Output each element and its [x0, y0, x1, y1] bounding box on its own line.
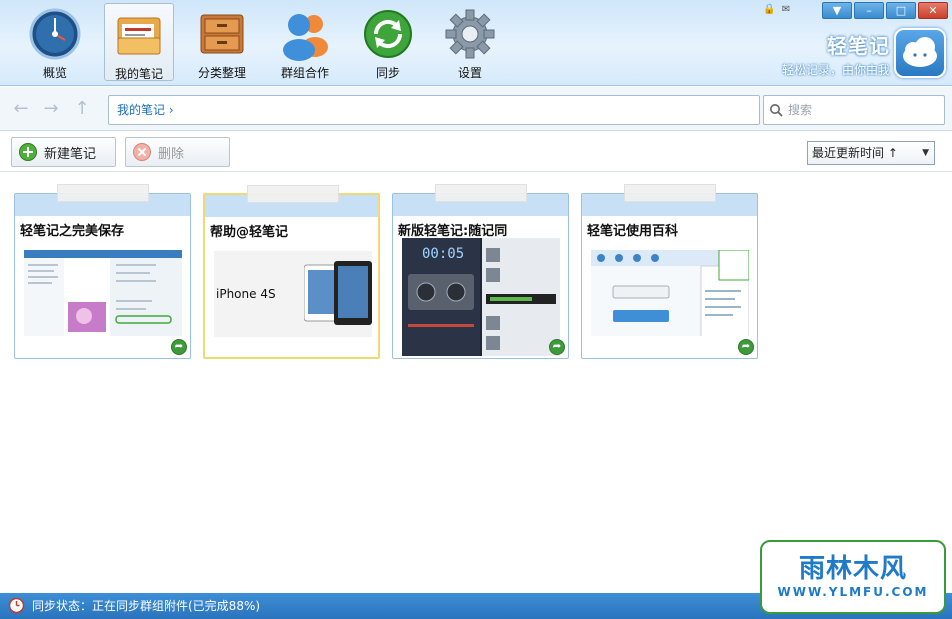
my-notes-folder-icon [117, 17, 161, 55]
add-circle-icon [19, 143, 37, 161]
note-title: 帮助@轻笔记 [210, 225, 289, 240]
search-icon [770, 104, 783, 117]
cloud-logo-icon [894, 28, 946, 78]
toolbar-categorize-label: 分类整理 [197, 66, 246, 80]
toolbar-overview[interactable]: 概览 [20, 3, 90, 81]
delete-button[interactable]: 删除 [125, 137, 230, 167]
search-input[interactable] [788, 99, 938, 121]
share-arrow-icon[interactable]: ➦ [549, 339, 565, 355]
forward-arrow-icon[interactable]: → [41, 99, 61, 119]
settings-gear-icon [445, 9, 495, 59]
toolbar-sync-label: 同步 [375, 66, 400, 80]
card-tape [435, 184, 527, 202]
close-button[interactable]: ✕ [918, 2, 948, 19]
card-tape [57, 184, 149, 202]
toolbar-overview-label: 概览 [42, 66, 67, 80]
brand-slogan: 轻松记录，由你由我 [781, 63, 890, 77]
sync-status-text: 同步状态：正在同步群组附件(已完成88%) [32, 599, 261, 613]
toolbar-my-notes[interactable]: 我的笔记 [104, 3, 174, 81]
brand-title: 轻笔记 [827, 34, 890, 58]
lock-icon[interactable]: 🔒 [763, 4, 775, 16]
share-arrow-icon[interactable]: ➦ [738, 339, 754, 355]
sort-dropdown[interactable]: 最近更新时间 ↑ ▼ [807, 141, 935, 165]
group-users-icon [283, 14, 328, 61]
note-card[interactable]: 轻笔记之完美保存 ➦ [14, 184, 191, 359]
breadcrumb[interactable]: 我的笔记 › [108, 95, 760, 125]
toolbar-sync[interactable]: 同步 [353, 3, 423, 81]
note-card-selected[interactable]: 帮助@轻笔记 iPhone 4S [203, 185, 380, 359]
note-thumbnail: iPhone 4S [214, 251, 372, 337]
drawer-cabinet-icon [200, 14, 244, 54]
notes-grid: 轻笔记之完美保存 ➦ 帮助@轻笔记 iPhone 4S 新版轻笔记:随记同 00… [0, 173, 952, 593]
note-thumbnail: 00:05 [402, 238, 560, 356]
toolbar-my-notes-label: 我的笔记 [114, 67, 163, 81]
overview-gauge-icon [29, 8, 81, 60]
breadcrumb-my-notes[interactable]: 我的笔记 › [117, 103, 174, 117]
action-bar: 新建笔记 删除 最近更新时间 ↑ ▼ [0, 132, 952, 172]
timer-text: 00:05 [422, 246, 465, 262]
window-controls: ▼ – □ ✕ [822, 2, 948, 20]
chevron-down-icon: ▼ [922, 148, 929, 158]
note-card[interactable]: 新版轻笔记:随记同 00:05 ➦ [392, 184, 569, 359]
delete-label: 删除 [158, 146, 185, 162]
clock-icon [8, 597, 25, 614]
toolbar-settings[interactable]: 设置 [435, 3, 505, 81]
note-title: 轻笔记之完美保存 [20, 224, 125, 239]
share-arrow-icon[interactable]: ➦ [171, 339, 187, 355]
brand: 轻笔记 轻松记录，由你由我 [782, 30, 890, 78]
watermark-title: 雨林木风 [798, 554, 907, 584]
toolbar-categorize[interactable]: 分类整理 [187, 3, 257, 81]
sync-arrows-icon [364, 10, 412, 58]
up-arrow-icon[interactable]: ↑ [72, 99, 92, 119]
note-card[interactable]: 轻笔记使用百科 ➦ [581, 184, 758, 359]
skin-menu-button[interactable]: ▼ [822, 2, 852, 19]
sort-value: 最近更新时间 ↑ [812, 146, 898, 160]
note-title: 轻笔记使用百科 [587, 224, 679, 239]
watermark-url: WWW.YLMFU.COM [777, 585, 929, 599]
thumb-caption: iPhone 4S [216, 287, 276, 301]
new-note-label: 新建笔记 [44, 146, 97, 162]
note-thumbnail [24, 250, 182, 336]
note-thumbnail [591, 250, 749, 336]
watermark-logo: 雨林木风 WWW.YLMFU.COM [760, 540, 946, 614]
delete-circle-icon [133, 143, 151, 161]
message-icon[interactable]: ✉ [780, 4, 792, 16]
card-tape [247, 185, 339, 203]
toolbar-group-label: 群组合作 [280, 66, 329, 80]
card-tape [624, 184, 716, 202]
search-box[interactable] [763, 95, 945, 125]
note-title: 新版轻笔记:随记同 [398, 224, 508, 239]
new-note-button[interactable]: 新建笔记 [11, 137, 116, 167]
navigation-bar: ← → ↑ 我的笔记 › [0, 87, 952, 131]
minimize-button[interactable]: – [854, 2, 884, 19]
maximize-button[interactable]: □ [886, 2, 916, 19]
toolbar-settings-label: 设置 [457, 66, 482, 80]
main-toolbar: 概览 我的笔记 分类整理 群组合作 同步 设置 🔒 ✉ ▼ – □ ✕ 轻笔记 … [0, 0, 952, 86]
toolbar-group[interactable]: 群组合作 [270, 3, 340, 81]
back-arrow-icon[interactable]: ← [11, 99, 31, 119]
